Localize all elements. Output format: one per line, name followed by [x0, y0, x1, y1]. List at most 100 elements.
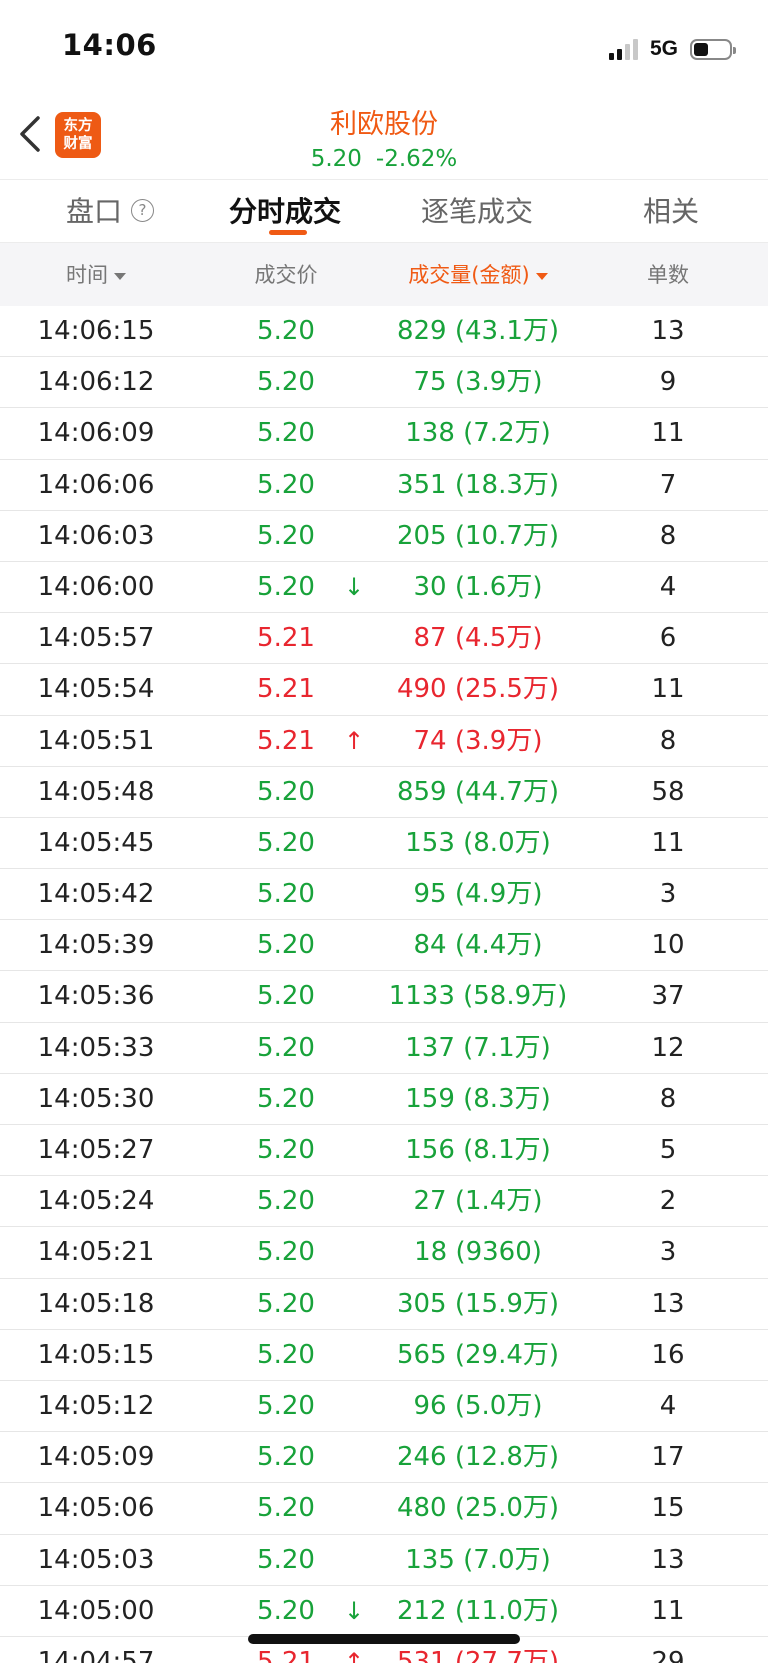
stock-quote: 5.20 -2.62%	[0, 146, 768, 172]
column-time[interactable]: 时间	[0, 243, 192, 307]
status-time: 14:06	[62, 28, 157, 62]
trade-count: 9	[659, 367, 677, 398]
down-arrow-icon: ↓	[343, 1596, 365, 1625]
trade-count: 15	[651, 1493, 685, 1524]
trade-time: 14:06:09	[37, 418, 155, 449]
trade-count: 8	[659, 725, 677, 756]
trade-time: 14:05:45	[37, 827, 155, 858]
trade-volume: 490 (25.5万)	[396, 674, 560, 705]
trade-count: 3	[659, 1237, 677, 1268]
help-icon[interactable]: ?	[131, 198, 155, 222]
trade-time: 14:05:06	[37, 1493, 155, 1524]
trade-list[interactable]: 14:06:15 5.20 829 (43.1万) 13 14:06:12 5.20 75 …	[0, 306, 768, 1663]
trade-volume: 212 (11.0万)	[396, 1595, 560, 1626]
trade-time: 14:05:36	[37, 981, 155, 1012]
trade-time: 14:05:27	[37, 1135, 155, 1165]
stock-change-percent: -2.62%	[375, 146, 458, 172]
trade-count: 17	[651, 1442, 685, 1473]
trade-price: 5.20	[257, 418, 315, 449]
trade-price: 5.20	[257, 1083, 315, 1114]
table-row: 14:06:12 5.20 75 (3.9万) 9	[0, 357, 768, 409]
trade-price: 5.20	[257, 1237, 315, 1268]
table-row: 14:05:09 5.20 246 (12.8万) 17	[0, 1432, 768, 1484]
trade-time: 14:05:39	[37, 930, 155, 961]
trade-time: 14:06:12	[37, 367, 155, 398]
tab-bar: 盘口 ? 分时成交 逐笔成交 相关	[0, 180, 768, 242]
tab-tick-trades[interactable]: 逐笔成交	[421, 190, 533, 230]
trade-count: 13	[651, 316, 685, 346]
trade-count: 11	[651, 1595, 685, 1626]
tab-intraday-trades[interactable]: 分时成交	[229, 190, 341, 230]
trade-volume: 565 (29.4万)	[396, 1339, 560, 1370]
trade-price: 5.20	[257, 879, 315, 910]
trade-price: 5.20	[257, 1032, 315, 1063]
table-row: 14:05:12 5.20 96 (5.0万) 4	[0, 1381, 768, 1433]
trade-volume: 30 (1.6万)	[413, 571, 543, 602]
trade-time: 14:05:54	[37, 674, 155, 705]
tab-order-book[interactable]: 盘口 ?	[66, 190, 155, 230]
trade-price: 5.20	[257, 1288, 315, 1319]
trade-volume: 205 (10.7万)	[396, 520, 560, 551]
trade-count: 11	[651, 827, 685, 858]
trade-time: 14:04:57	[37, 1646, 155, 1663]
trade-volume: 138 (7.2万)	[405, 418, 551, 449]
trade-time: 14:06:06	[37, 469, 155, 500]
trade-count: 29	[651, 1646, 685, 1663]
table-row: 14:05:27 5.20 156 (8.1万) 5	[0, 1125, 768, 1177]
trade-time: 14:06:00	[37, 571, 155, 602]
trade-price: 5.20	[257, 1186, 315, 1217]
trade-time: 14:05:33	[37, 1032, 155, 1063]
table-row: 14:05:30 5.20 159 (8.3万) 8	[0, 1074, 768, 1125]
trade-time: 14:05:51	[37, 725, 155, 756]
table-row: 14:05:24 5.20 27 (1.4万) 2	[0, 1176, 768, 1228]
table-row: 14:05:03 5.20 135 (7.0万) 13	[0, 1535, 768, 1586]
trade-volume: 87 (4.5万)	[413, 623, 543, 654]
trade-price: 5.20	[257, 1442, 315, 1473]
tab-related[interactable]: 相关	[643, 190, 699, 230]
trade-price: 5.20	[257, 1135, 315, 1165]
trade-time: 14:05:09	[37, 1442, 155, 1473]
trade-volume: 159 (8.3万)	[405, 1083, 551, 1114]
trade-time: 14:05:00	[37, 1595, 155, 1626]
trade-volume: 153 (8.0万)	[405, 827, 551, 858]
trade-time: 14:05:03	[37, 1544, 155, 1575]
trade-volume: 95 (4.9万)	[413, 879, 543, 910]
column-volume[interactable]: 成交量(金额)	[370, 243, 586, 307]
trade-time: 14:05:24	[37, 1186, 155, 1217]
trade-volume: 137 (7.1万)	[405, 1032, 551, 1063]
trade-price: 5.20	[257, 1390, 315, 1421]
trade-time: 14:05:18	[37, 1288, 155, 1319]
trade-volume: 84 (4.4万)	[413, 930, 543, 961]
trade-time: 14:05:12	[37, 1390, 155, 1421]
stock-price: 5.20	[310, 146, 362, 172]
table-row: 14:05:06 5.20 480 (25.0万) 15	[0, 1483, 768, 1535]
table-row: 14:05:45 5.20 153 (8.0万) 11	[0, 818, 768, 870]
trade-count: 11	[651, 674, 685, 705]
trade-count: 7	[659, 469, 677, 500]
table-row: 14:06:03 5.20 205 (10.7万) 8	[0, 511, 768, 562]
trade-volume: 829 (43.1万)	[396, 316, 560, 346]
sort-caret-icon	[114, 272, 126, 280]
trade-time: 14:05:15	[37, 1339, 155, 1370]
trade-count: 10	[651, 930, 685, 961]
trade-volume: 351 (18.3万)	[396, 469, 560, 500]
trade-price: 5.21	[257, 674, 315, 705]
table-row: 14:05:51 5.21 ↑ 74 (3.9万) 8	[0, 716, 768, 767]
trade-volume: 74 (3.9万)	[413, 725, 543, 756]
table-header: 时间 成交价 成交量(金额) 单数	[0, 242, 768, 306]
down-arrow-icon: ↓	[343, 572, 365, 601]
trade-volume: 18 (9360)	[414, 1237, 542, 1268]
status-indicators: 5G	[608, 34, 736, 64]
table-row: 14:06:06 5.20 351 (18.3万) 7	[0, 460, 768, 511]
trade-time: 14:05:48	[37, 776, 155, 807]
table-row: 14:05:54 5.21 490 (25.5万) 11	[0, 664, 768, 716]
trade-volume: 859 (44.7万)	[396, 776, 560, 807]
trade-count: 4	[659, 571, 677, 602]
trade-time: 14:06:03	[37, 520, 155, 551]
trade-time: 14:05:57	[37, 623, 155, 654]
trade-price: 5.20	[257, 1493, 315, 1524]
trade-price: 5.20	[257, 930, 315, 961]
trade-count: 5	[659, 1135, 677, 1165]
trade-count: 58	[651, 776, 685, 807]
table-row: 14:06:15 5.20 829 (43.1万) 13	[0, 306, 768, 358]
